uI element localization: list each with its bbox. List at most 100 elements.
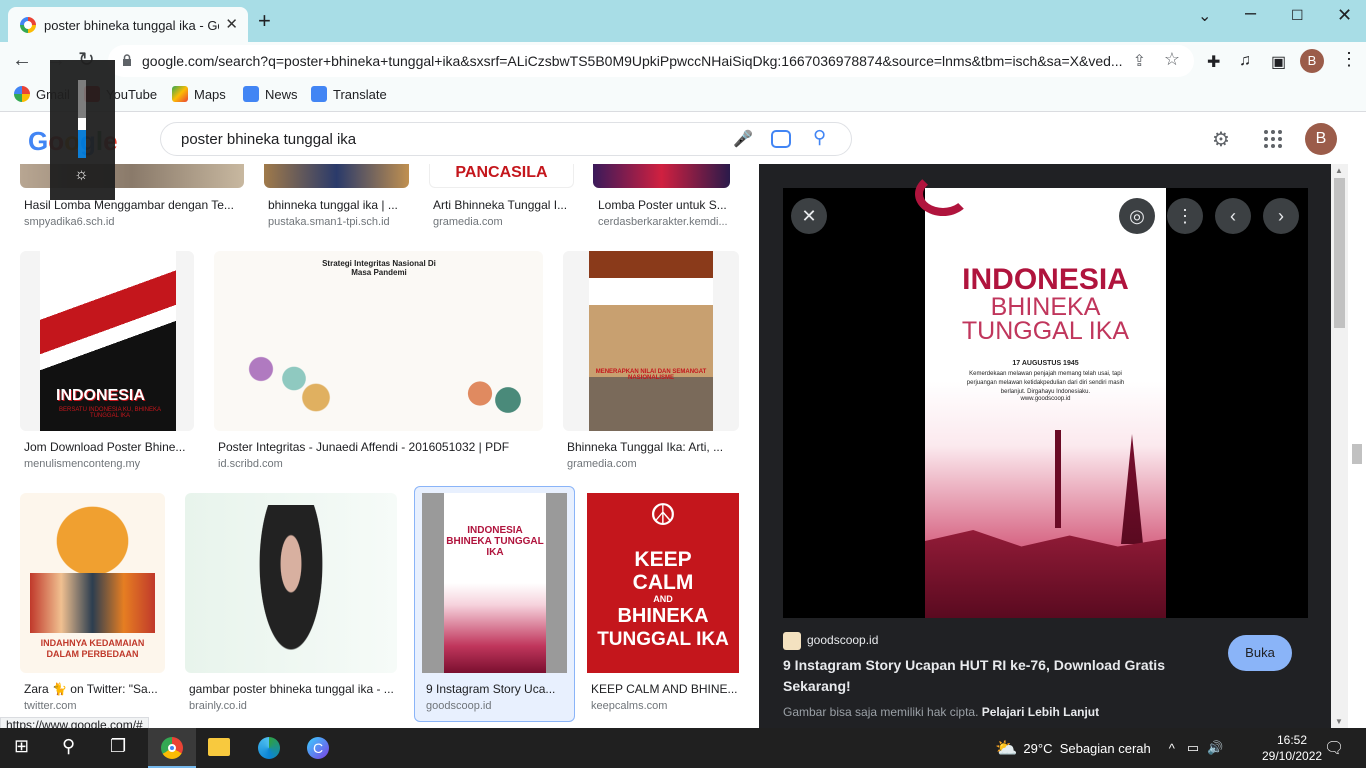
- result-caption[interactable]: Poster Integritas - Junaedi Affendi - 20…: [218, 440, 543, 454]
- result-caption[interactable]: Arti Bhinneka Tunggal I...: [433, 198, 578, 212]
- thumb-text: Strategi Integritas Nasional Di Masa Pan…: [322, 259, 436, 277]
- profile-avatar[interactable]: B: [1300, 49, 1324, 73]
- show-hidden-icons-icon[interactable]: ^: [1169, 741, 1175, 756]
- result-thumbnail[interactable]: [593, 164, 730, 188]
- result-source: gramedia.com: [567, 458, 637, 470]
- windows-start-icon[interactable]: ⊞: [14, 736, 29, 757]
- result-thumbnail[interactable]: [264, 164, 409, 188]
- system-tray: ⛅ 29°C Sebagian cerah ^ ▭ 🔊: [995, 728, 1223, 768]
- result-thumbnail[interactable]: [185, 493, 397, 673]
- close-tab-icon[interactable]: ✕: [225, 15, 238, 33]
- bookmark-news[interactable]: News: [243, 86, 298, 102]
- tab-search-icon[interactable]: ⌄: [1198, 6, 1211, 26]
- source-favicon-icon: [783, 632, 801, 650]
- canva-icon[interactable]: C: [307, 737, 329, 759]
- result-caption[interactable]: gambar poster bhineka tunggal ika - ...: [189, 682, 397, 696]
- result-thumbnail[interactable]: ☮ KEEP CALM AND BHINEKA TUNGGAL IKA: [587, 493, 739, 673]
- google-account-avatar[interactable]: B: [1305, 123, 1337, 155]
- microphone-icon[interactable]: 🎤: [733, 129, 753, 149]
- url-text: google.com/search?q=poster+bhineka+tungg…: [142, 53, 1123, 69]
- result-thumbnail[interactable]: INDONESIA BHINEKA TUNGGAL IKA: [422, 493, 567, 673]
- new-tab-button[interactable]: +: [258, 10, 271, 32]
- search-icon[interactable]: ⚲: [813, 127, 826, 148]
- chrome-taskbar-button[interactable]: [148, 728, 196, 768]
- search-box[interactable]: poster bhineka tunggal ika 🎤 ⚲: [160, 122, 852, 156]
- tab-title: poster bhineka tunggal ika - Goo: [44, 18, 219, 33]
- result-caption[interactable]: Zara 🐈 on Twitter: "Sa...: [24, 682, 164, 696]
- result-source: smpyadika6.sch.id: [24, 216, 115, 228]
- close-window-button[interactable]: ✕: [1337, 5, 1352, 26]
- result-thumbnail[interactable]: PANCASILA: [429, 164, 574, 188]
- bookmark-maps[interactable]: Maps: [172, 86, 226, 102]
- preview-title[interactable]: 9 Instagram Story Ucapan HUT RI ke-76, D…: [783, 655, 1203, 697]
- apps-grid-icon[interactable]: [1264, 130, 1282, 148]
- back-arrow-icon[interactable]: ←: [12, 50, 32, 70]
- result-thumbnail[interactable]: INDONESIA BERSATU INDONESIA KU, BHINEKA …: [20, 251, 194, 431]
- brightness-flyout[interactable]: ☼: [50, 60, 115, 200]
- taskbar-clock[interactable]: 16:52 29/10/2022: [1262, 732, 1322, 764]
- result-caption[interactable]: Bhinneka Tunggal Ika: Arti, ...: [567, 440, 737, 454]
- weather-icon[interactable]: ⛅: [995, 738, 1017, 759]
- maximize-button[interactable]: ☐: [1291, 7, 1304, 24]
- thumb-line: BHINEKA: [617, 605, 709, 627]
- news-icon: [243, 86, 259, 102]
- previous-image-icon[interactable]: ‹: [1215, 198, 1251, 234]
- lock-icon: [123, 54, 131, 66]
- result-caption[interactable]: Hasil Lomba Menggambar dengan Te...: [24, 198, 244, 212]
- result-caption[interactable]: Lomba Poster untuk S...: [598, 198, 738, 212]
- share-icon[interactable]: ⇪: [1133, 51, 1146, 71]
- result-thumbnail[interactable]: Strategi Integritas Nasional Di Masa Pan…: [214, 251, 543, 431]
- maps-icon: [172, 86, 188, 102]
- result-source: gramedia.com: [433, 216, 503, 228]
- google-lens-icon[interactable]: ◎: [1119, 198, 1155, 234]
- camera-lens-icon[interactable]: [771, 130, 791, 148]
- result-caption[interactable]: KEEP CALM AND BHINE...: [591, 682, 739, 696]
- bookmark-star-icon[interactable]: ☆: [1164, 49, 1180, 70]
- copyright-note: Gambar bisa saja memiliki hak cipta. Pel…: [783, 705, 1100, 719]
- page-scrollbar[interactable]: [1348, 164, 1366, 728]
- speaker-icon[interactable]: 🔊: [1207, 740, 1223, 756]
- minimize-button[interactable]: –: [1245, 2, 1256, 25]
- browser-tab[interactable]: poster bhineka tunggal ika - Goo ✕: [8, 7, 248, 42]
- extensions-icon[interactable]: ✚: [1207, 52, 1220, 72]
- edge-icon[interactable]: [258, 737, 280, 759]
- learn-more-link[interactable]: Pelajari Lebih Lanjut: [982, 705, 1099, 719]
- result-source: pustaka.sman1-tpi.sch.id: [268, 216, 390, 228]
- bookmark-translate[interactable]: Translate: [311, 86, 387, 102]
- clock-time: 16:52: [1276, 733, 1308, 747]
- weather-text[interactable]: 29°C Sebagian cerah: [1023, 741, 1150, 756]
- search-icon[interactable]: ⚲: [62, 736, 75, 757]
- result-thumbnail[interactable]: MENERAPKAN NILAI DAN SEMANGAT NASIONALIS…: [563, 251, 739, 431]
- result-thumbnail[interactable]: INDAHNYA KEDAMAIAN DALAM PERBEDAAN: [20, 493, 165, 673]
- more-options-icon[interactable]: ⋮: [1167, 198, 1203, 234]
- poster-body: Kemerdekaan melawan penjajah memang tela…: [966, 371, 1125, 395]
- close-preview-button[interactable]: ✕: [791, 198, 827, 234]
- thumb-line: AND: [653, 594, 673, 604]
- thumb-subtext: BERSATU INDONESIA KU, BHINEKA TUNGGAL IK…: [59, 407, 161, 419]
- preview-poster-image[interactable]: INDONESIA BHINEKA TUNGGAL IKA 17 AUGUSTU…: [915, 172, 1166, 618]
- side-panel-icon[interactable]: ▣: [1271, 52, 1286, 72]
- result-caption[interactable]: bhinneka tunggal ika | ...: [268, 198, 413, 212]
- poster-date: 17 AUGUSTUS 1945: [1012, 360, 1079, 367]
- menu-dots-icon[interactable]: ⋮: [1340, 49, 1358, 70]
- task-view-icon[interactable]: ❐: [110, 736, 126, 757]
- result-caption[interactable]: Jom Download Poster Bhine...: [24, 440, 192, 454]
- poster-line3: TUNGGAL IKA: [961, 317, 1130, 345]
- panel-scrollbar[interactable]: ▲ ▼: [1331, 164, 1348, 728]
- address-bar[interactable]: google.com/search?q=poster+bhineka+tungg…: [108, 45, 1194, 77]
- thumb-text: INDONESIA: [56, 387, 145, 404]
- notifications-icon[interactable]: 🗨: [1324, 738, 1344, 758]
- result-source: keepcalms.com: [591, 700, 668, 712]
- visit-button[interactable]: Buka: [1228, 635, 1292, 671]
- search-input[interactable]: poster bhineka tunggal ika: [181, 131, 356, 148]
- poster-line1: INDONESIA: [962, 263, 1129, 296]
- result-caption[interactable]: 9 Instagram Story Uca...: [426, 682, 566, 696]
- next-image-icon[interactable]: ›: [1263, 198, 1299, 234]
- preview-source[interactable]: goodscoop.id: [807, 633, 878, 647]
- media-icon[interactable]: ♫: [1239, 52, 1251, 70]
- battery-icon[interactable]: ▭: [1187, 740, 1199, 756]
- brightness-fill: [78, 130, 86, 158]
- settings-gear-icon[interactable]: ⚙: [1212, 127, 1230, 152]
- thumb-text: INDONESIA BHINEKA TUNGGAL IKA: [446, 525, 544, 558]
- file-explorer-icon[interactable]: [208, 738, 230, 756]
